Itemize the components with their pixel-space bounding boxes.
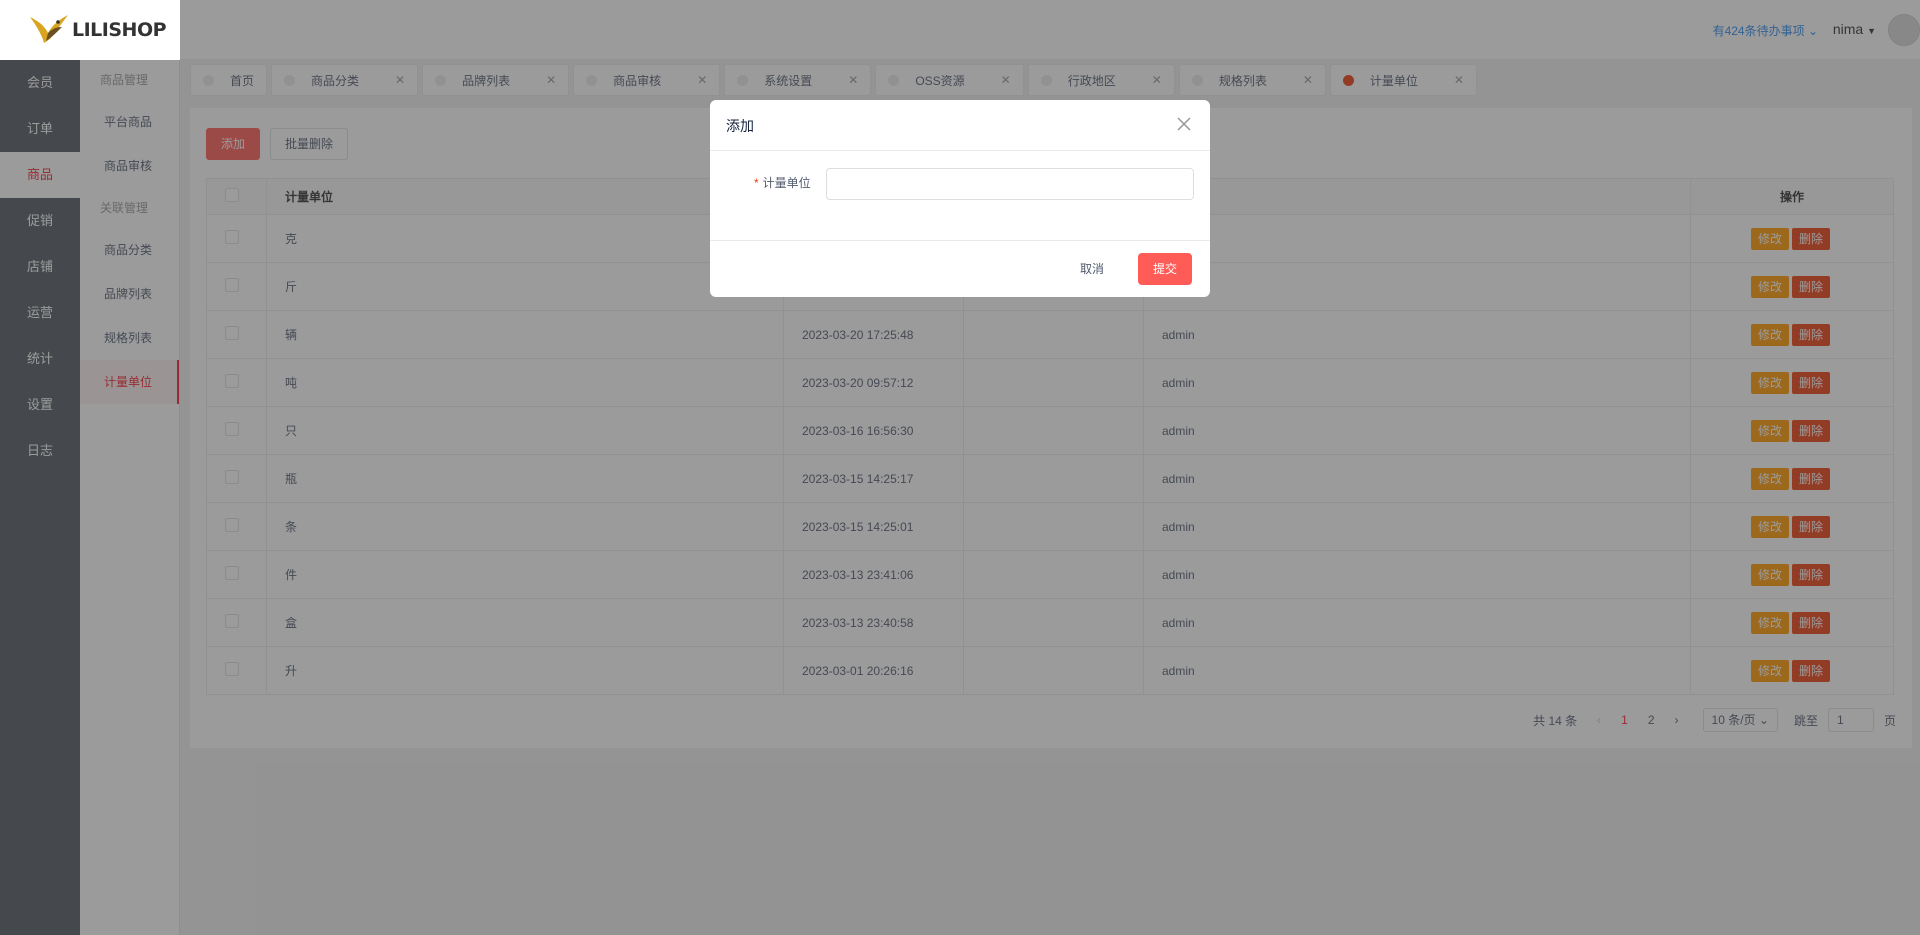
- logo-text: LILISHOP: [72, 19, 167, 41]
- logo[interactable]: LILISHOP: [0, 0, 180, 60]
- modal-title: 添加: [726, 118, 754, 134]
- unit-field-label-text: 计量单位: [762, 176, 811, 190]
- modal-footer: 取消 提交: [710, 241, 1210, 297]
- unit-field-label: * 计量单位: [754, 174, 811, 191]
- unit-input[interactable]: [826, 168, 1194, 200]
- close-icon[interactable]: [1174, 114, 1194, 134]
- submit-button[interactable]: 提交: [1137, 253, 1192, 285]
- cancel-button[interactable]: 取消: [1070, 253, 1114, 285]
- logo-bird-icon: [28, 13, 70, 47]
- modal-body: * 计量单位: [710, 151, 1210, 241]
- add-unit-modal: 添加 * 计量单位 取消 提交: [710, 100, 1210, 297]
- required-mark: *: [754, 176, 759, 190]
- modal-header: 添加: [710, 100, 1210, 151]
